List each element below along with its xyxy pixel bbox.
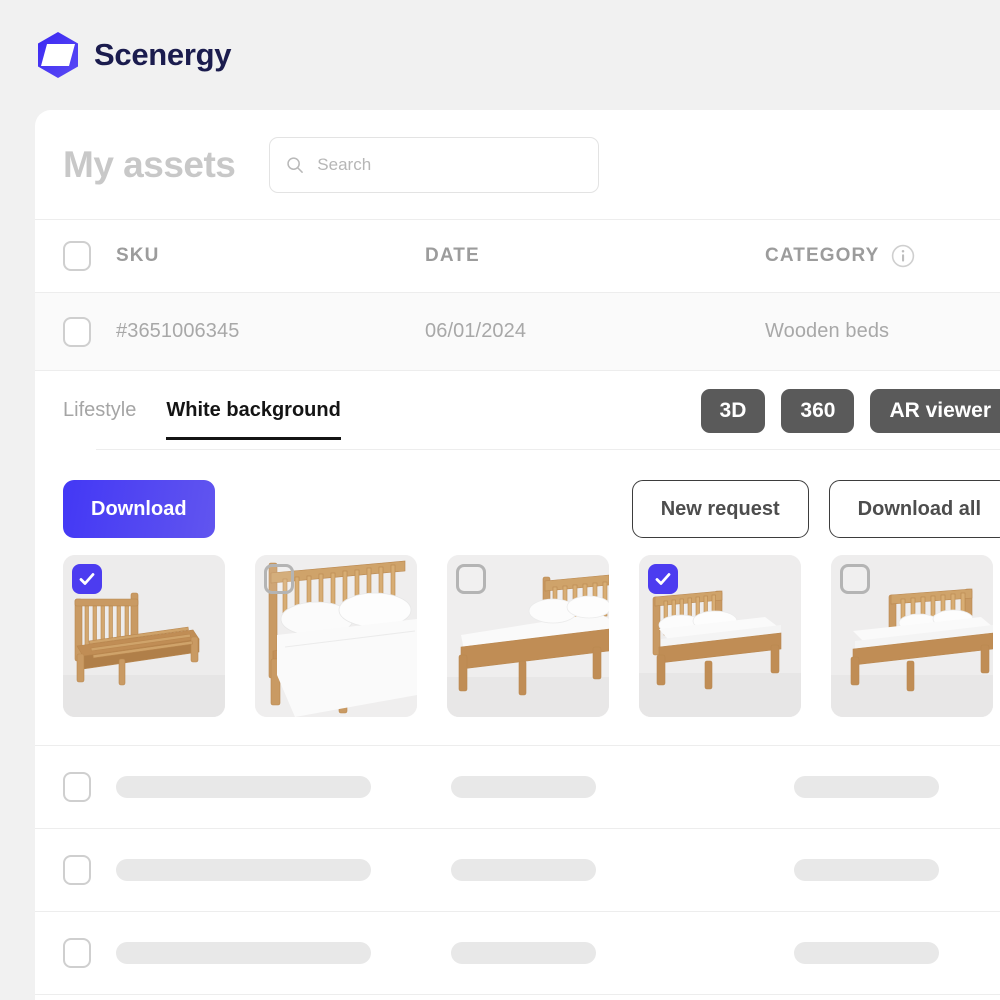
page-title: My assets (63, 143, 236, 185)
thumbnail-gallery (63, 555, 1000, 745)
tab-white-background[interactable]: White background (166, 399, 341, 440)
search-icon (287, 156, 304, 173)
cell-sku: #3651006345 (116, 320, 240, 342)
detail-tabs-row: Lifestyle White background 3D 360 AR vie… (63, 371, 1000, 463)
column-header-sku[interactable]: SKU (91, 245, 425, 267)
download-all-button[interactable]: Download all (828, 480, 1000, 538)
thumbnail-checkbox[interactable] (72, 564, 102, 594)
secondary-actions: New request Download all (631, 480, 1000, 538)
placeholder-bar-category (794, 859, 939, 881)
asset-detail-panel: Lifestyle White background 3D 360 AR vie… (35, 371, 1000, 745)
cell-date: 06/01/2024 (425, 320, 527, 342)
thumbnail-checkbox[interactable] (840, 564, 870, 594)
search-input[interactable] (317, 154, 583, 175)
card-header: My assets (35, 110, 1000, 220)
hexagon-logo-icon (38, 32, 78, 78)
placeholder-row[interactable] (35, 746, 1000, 829)
search-box[interactable] (269, 136, 600, 193)
brand-bar: Scenergy (0, 0, 1000, 110)
view-3d-button[interactable]: 3D (700, 389, 766, 433)
placeholder-row[interactable] (35, 829, 1000, 912)
thumbnail-item[interactable] (639, 555, 801, 717)
detail-tabs: Lifestyle White background (63, 389, 341, 440)
placeholder-bar-category (794, 942, 939, 964)
download-button[interactable]: Download (63, 480, 215, 538)
placeholder-bar-date (451, 942, 596, 964)
assets-card: My assets SKU DATE CATEGORY #3651006345 … (35, 110, 1000, 1000)
thumbnail-checkbox[interactable] (456, 564, 486, 594)
cell-category: Wooden beds (765, 320, 890, 342)
row-checkbox[interactable] (63, 855, 91, 885)
detail-actions: Download New request Download all (63, 463, 1000, 555)
tab-lifestyle[interactable]: Lifestyle (63, 399, 136, 440)
thumbnail-item[interactable] (63, 555, 225, 717)
brand-logo[interactable]: Scenergy (36, 31, 231, 79)
row-checkbox[interactable] (63, 316, 91, 347)
row-checkbox[interactable] (63, 938, 91, 968)
placeholder-bar-date (451, 859, 596, 881)
view-ar-viewer-button[interactable]: AR viewer (870, 389, 1000, 433)
placeholder-bar-sku (116, 859, 371, 881)
select-all-checkbox[interactable] (63, 241, 91, 271)
placeholder-bar-sku (116, 776, 371, 798)
new-request-button[interactable]: New request (631, 480, 809, 538)
row-checkbox[interactable] (63, 772, 91, 802)
thumbnail-item[interactable] (447, 555, 609, 717)
table-header-row: SKU DATE CATEGORY (35, 220, 1000, 293)
check-icon (655, 573, 671, 585)
check-icon (79, 573, 95, 585)
placeholder-row[interactable] (35, 912, 1000, 995)
thumbnail-checkbox[interactable] (264, 564, 294, 594)
placeholder-bar-date (451, 776, 596, 798)
placeholder-bar-sku (116, 942, 371, 964)
column-header-category[interactable]: CATEGORY (765, 245, 879, 267)
view-buttons: 3D 360 AR viewer (700, 389, 1000, 433)
thumbnail-checkbox[interactable] (648, 564, 678, 594)
tabs-divider (96, 449, 1000, 450)
brand-name: Scenergy (94, 37, 232, 72)
placeholder-bar-category (794, 776, 939, 798)
table-row[interactable]: #3651006345 06/01/2024 Wooden beds (35, 293, 1000, 371)
view-360-button[interactable]: 360 (781, 389, 855, 433)
thumbnail-item[interactable] (831, 555, 993, 717)
column-header-date[interactable]: DATE (425, 245, 765, 267)
info-circle-icon[interactable] (891, 244, 915, 268)
thumbnail-item[interactable] (255, 555, 417, 717)
